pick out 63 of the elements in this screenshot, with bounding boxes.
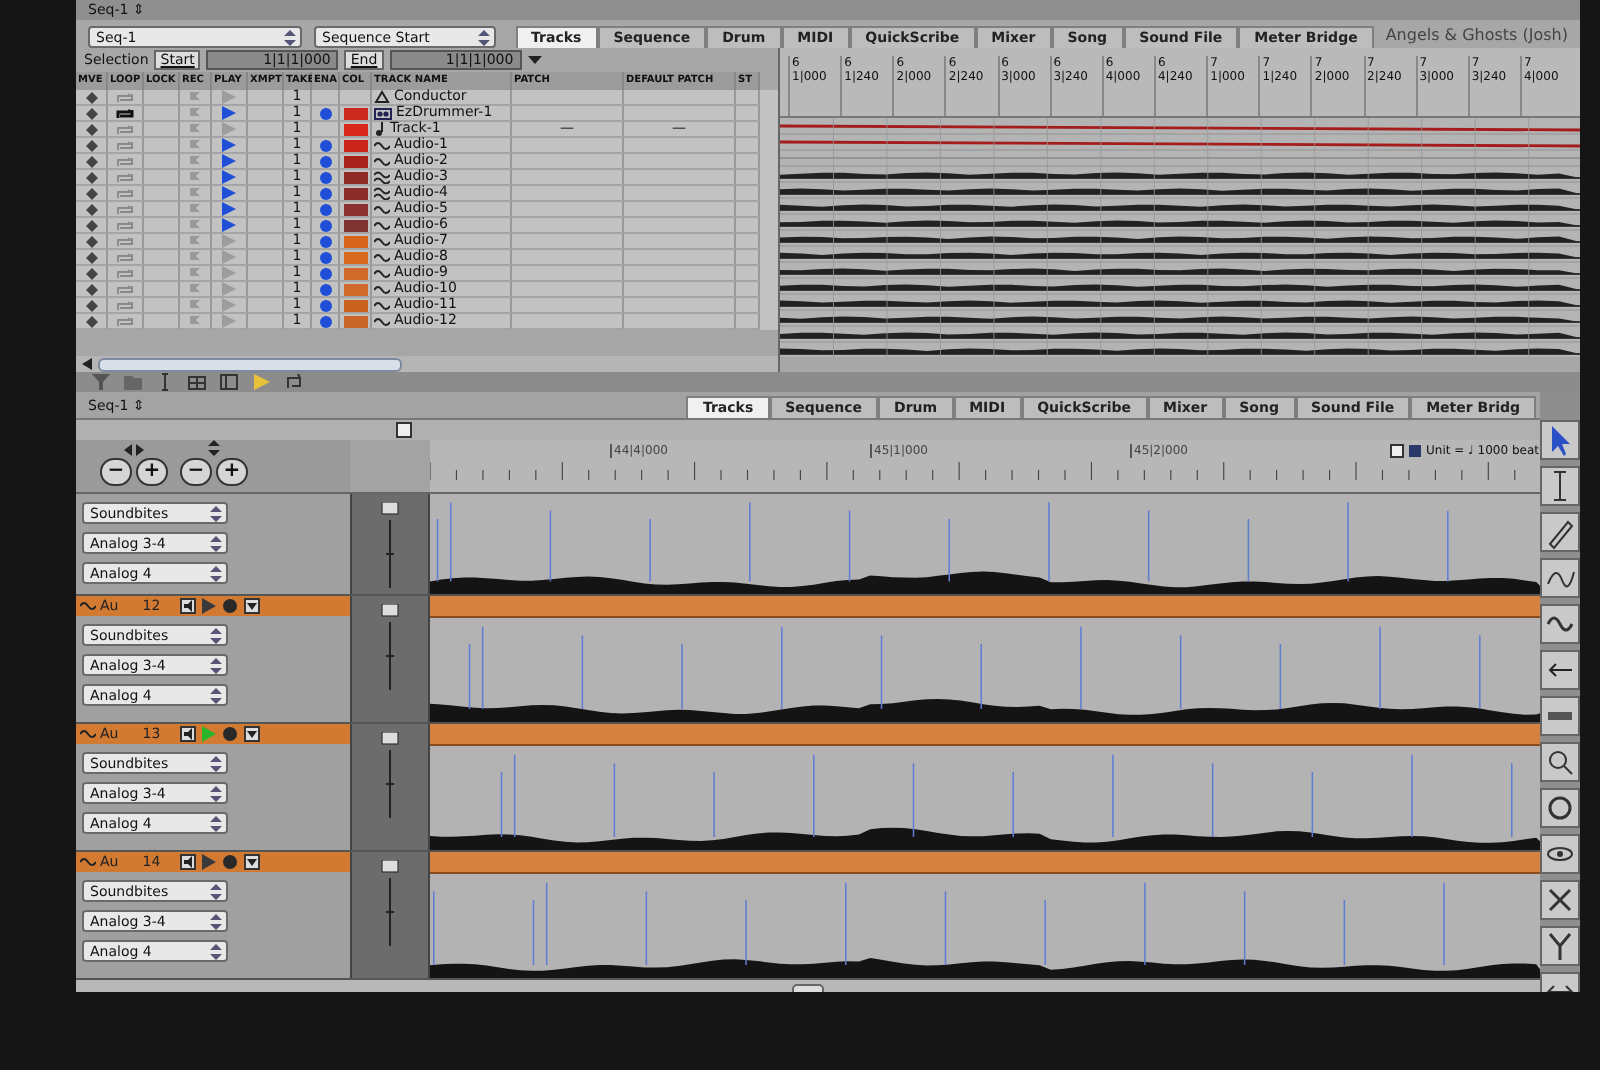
record-icon — [222, 854, 239, 870]
zoom-button[interactable]: − — [180, 458, 212, 486]
stepper-icon — [210, 687, 222, 703]
stepper-icon — [210, 785, 222, 801]
stepper-icon — [210, 657, 222, 673]
zoom-button[interactable]: + — [216, 458, 248, 486]
conductor-icon — [374, 90, 390, 104]
enable-dot-icon — [319, 155, 331, 167]
enable-dot-icon — [319, 107, 331, 119]
stepper-icon — [210, 627, 222, 643]
enable-dot-icon — [319, 139, 331, 151]
enable-dot-icon — [319, 283, 331, 295]
fader-drawing — [380, 860, 400, 948]
grid-icon[interactable] — [188, 372, 208, 392]
vertical-arrows-icon — [208, 440, 220, 456]
fader-drawing — [380, 604, 400, 692]
zoom-button[interactable]: − — [100, 458, 132, 486]
drum-icon — [374, 106, 392, 120]
stepper-icon — [210, 755, 222, 771]
enable-dot-icon — [319, 315, 331, 327]
menu-arrow-icon — [244, 726, 261, 742]
record-icon — [222, 598, 239, 614]
wave-icon — [80, 600, 96, 612]
stepper-icon — [210, 943, 222, 959]
dropdown-arrow-icon — [527, 54, 542, 66]
horizontal-arrows-icon — [124, 444, 144, 456]
menu-arrow-icon — [244, 598, 261, 614]
scroll-thumb-icon — [792, 983, 824, 992]
stepper-icon — [210, 883, 222, 899]
slider-thumb[interactable] — [396, 422, 412, 438]
stepper-icon — [210, 505, 222, 521]
speaker-button-icon — [180, 854, 197, 870]
square-icon — [1408, 444, 1422, 458]
stepper-icon — [210, 565, 222, 581]
note-icon — [374, 122, 386, 136]
enable-dot-icon — [319, 267, 331, 279]
stepper-icon — [210, 535, 222, 551]
window-icon[interactable] — [220, 372, 240, 392]
fader-drawing — [380, 502, 400, 590]
loop-icon[interactable] — [284, 372, 304, 392]
enable-dot-icon — [319, 251, 331, 263]
stepper-icon — [210, 913, 222, 929]
square-icon — [1390, 444, 1404, 458]
scroll-left-icon — [82, 358, 92, 370]
wave-icon — [80, 728, 96, 740]
stepper-icon — [478, 29, 490, 45]
window-title: Angels & Ghosts (Josh) — [1385, 25, 1568, 43]
record-icon — [222, 726, 239, 742]
enable-dot-icon — [319, 219, 331, 231]
wave-icon — [80, 856, 96, 868]
fader-drawing — [380, 732, 400, 820]
enable-dot-icon — [319, 171, 331, 183]
stepper-icon — [284, 29, 296, 45]
enable-dot-icon — [319, 203, 331, 215]
scrollbar-thumb[interactable] — [98, 357, 402, 371]
enable-dot-icon — [319, 235, 331, 247]
speaker-button-icon — [180, 598, 197, 614]
menu-arrow-icon — [244, 854, 261, 870]
enable-dot-icon — [319, 187, 331, 199]
zoom-button[interactable]: + — [136, 458, 168, 486]
speaker-button-icon — [180, 726, 197, 742]
stepper-icon — [210, 815, 222, 831]
enable-dot-icon — [319, 299, 331, 311]
